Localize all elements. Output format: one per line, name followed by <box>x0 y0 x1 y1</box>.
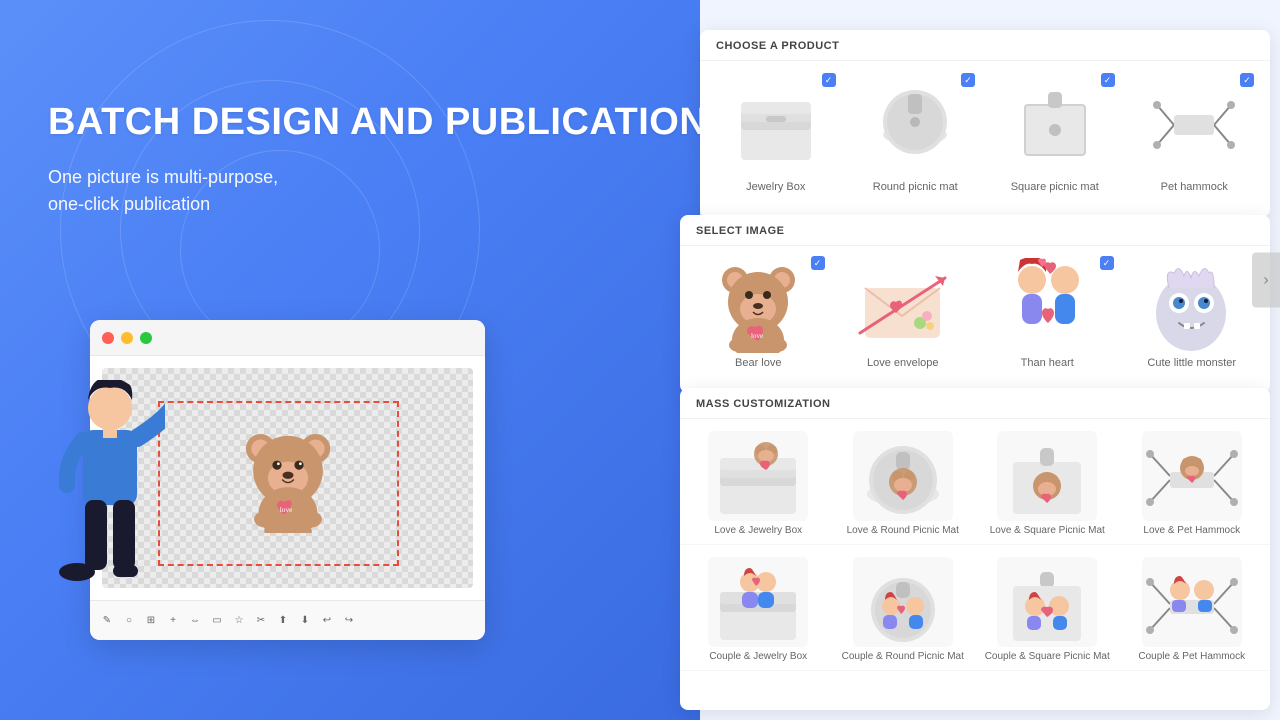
image-checkbox-bear-love[interactable]: ✓ <box>811 256 825 270</box>
image-thumb-monster <box>1144 258 1239 353</box>
product-label-round-mat: Round picnic mat <box>873 181 958 193</box>
toolbar-star-icon[interactable]: ☆ <box>230 612 248 630</box>
subtitle: One picture is multi-purpose, one-click … <box>48 164 707 218</box>
image-label-bear-love: Bear love <box>735 357 781 369</box>
person-figure <box>55 380 165 640</box>
window-dot-yellow[interactable] <box>121 332 133 344</box>
image-item-love-envelope[interactable]: Love envelope <box>833 254 974 373</box>
mass-item-couple-round: Couple & Round Picnic Mat <box>833 553 974 666</box>
panel-select-header: SELECT IMAGE <box>680 215 1270 246</box>
editor-titlebar <box>90 320 485 356</box>
toolbar-down-icon[interactable]: ⬇ <box>296 612 314 630</box>
image-thumb-bear-love: love <box>711 258 806 353</box>
mass-thumb-love-jewelry <box>708 431 808 521</box>
image-item-than-heart[interactable]: ✓ <box>977 254 1118 373</box>
product-item-square-mat[interactable]: ✓ Square picnic mat <box>987 71 1123 197</box>
mass-label-love-jewelry: Love & Jewelry Box <box>714 525 802 536</box>
mass-thumb-love-round <box>853 431 953 521</box>
product-img-pet-hammock <box>1144 75 1244 175</box>
products-row: ✓ Jewelry Box ✓ <box>700 61 1270 201</box>
svg-text:love: love <box>751 332 763 340</box>
mass-item-couple-square: Couple & Square Picnic Mat <box>977 553 1118 666</box>
panel-mass-customization: MASS CUSTOMIZATION <box>680 388 1270 710</box>
image-label-love-envelope: Love envelope <box>867 357 939 369</box>
product-img-jewelry-box <box>726 75 826 175</box>
image-item-monster[interactable]: Cute little monster <box>1122 254 1263 373</box>
image-thumb-than-heart <box>1000 258 1095 353</box>
mass-item-love-square: Love & Square Picnic Mat <box>977 427 1118 540</box>
mass-item-love-round: Love & Round Picnic Mat <box>833 427 974 540</box>
mass-label-love-square: Love & Square Picnic Mat <box>990 525 1105 536</box>
mass-thumb-couple-hammock <box>1142 557 1242 647</box>
image-label-monster: Cute little monster <box>1147 357 1236 369</box>
mass-label-couple-square: Couple & Square Picnic Mat <box>985 651 1110 662</box>
mass-thumb-couple-square <box>997 557 1097 647</box>
mass-item-love-hammock: Love & Pet Hammock <box>1122 427 1263 540</box>
mass-thumb-couple-jewelry <box>708 557 808 647</box>
toolbar-plus-icon[interactable]: + <box>164 612 182 630</box>
mass-row-1: Love & Jewelry Box <box>680 419 1270 545</box>
mass-grid: Love & Jewelry Box <box>680 419 1270 705</box>
product-item-round-mat[interactable]: ✓ Round picnic mat <box>848 71 984 197</box>
window-dot-green[interactable] <box>140 332 152 344</box>
mass-item-couple-hammock: Couple & Pet Hammock <box>1122 553 1263 666</box>
panel-select-image: SELECT IMAGE ✓ <box>680 215 1270 393</box>
toolbar-square-icon[interactable]: ▭ <box>208 612 226 630</box>
mass-label-couple-hammock: Couple & Pet Hammock <box>1138 651 1245 662</box>
main-title: BATCH DESIGN AND PUBLICATION <box>48 100 707 146</box>
mass-label-couple-round: Couple & Round Picnic Mat <box>842 651 964 662</box>
product-img-round-mat <box>865 75 965 175</box>
product-checkbox-round-mat[interactable]: ✓ <box>961 73 975 87</box>
toolbar-move-h-icon[interactable]: ⇔ <box>186 612 204 630</box>
right-panels: CHOOSE A PRODUCT ✓ Jewelry Box <box>680 0 1280 720</box>
mass-label-love-hammock: Love & Pet Hammock <box>1143 525 1240 536</box>
product-checkbox-jewelry-box[interactable]: ✓ <box>822 73 836 87</box>
product-label-jewelry-box: Jewelry Box <box>746 181 805 193</box>
image-checkbox-than-heart[interactable]: ✓ <box>1100 256 1114 270</box>
product-item-pet-hammock[interactable]: ✓ <box>1127 71 1263 197</box>
image-label-than-heart: Than heart <box>1021 357 1074 369</box>
toolbar-redo-icon[interactable]: ↪ <box>340 612 358 630</box>
mass-label-couple-jewelry: Couple & Jewelry Box <box>709 651 807 662</box>
toolbar-undo-icon[interactable]: ↩ <box>318 612 336 630</box>
product-img-square-mat <box>1005 75 1105 175</box>
product-item-jewelry-box[interactable]: ✓ Jewelry Box <box>708 71 844 197</box>
svg-text:love: love <box>279 505 292 514</box>
image-thumb-love-envelope <box>855 258 950 353</box>
product-label-square-mat: Square picnic mat <box>1011 181 1099 193</box>
image-item-bear-love[interactable]: ✓ love <box>688 254 829 373</box>
window-dot-red[interactable] <box>102 332 114 344</box>
toolbar-scissors-icon[interactable]: ✂ <box>252 612 270 630</box>
mass-item-love-jewelry: Love & Jewelry Box <box>688 427 829 540</box>
panel-mass-header: MASS CUSTOMIZATION <box>680 388 1270 419</box>
mass-label-love-round: Love & Round Picnic Mat <box>847 525 959 536</box>
mass-thumb-love-hammock <box>1142 431 1242 521</box>
mass-item-couple-jewelry: Couple & Jewelry Box <box>688 553 829 666</box>
images-row: ✓ love <box>680 246 1270 377</box>
mass-thumb-couple-round <box>853 557 953 647</box>
product-checkbox-pet-hammock[interactable]: ✓ <box>1240 73 1254 87</box>
scroll-arrow[interactable]: › <box>1252 253 1280 308</box>
panel-choose-header: CHOOSE A PRODUCT <box>700 30 1270 61</box>
bear-image: love <box>233 423 343 533</box>
toolbar-up-icon[interactable]: ⬆ <box>274 612 292 630</box>
product-checkbox-square-mat[interactable]: ✓ <box>1101 73 1115 87</box>
mass-row-2: Couple & Jewelry Box <box>680 545 1270 671</box>
product-label-pet-hammock: Pet hammock <box>1161 181 1228 193</box>
mass-thumb-love-square <box>997 431 1097 521</box>
panel-choose-product: CHOOSE A PRODUCT ✓ Jewelry Box <box>700 30 1270 217</box>
left-content: BATCH DESIGN AND PUBLICATION One picture… <box>48 100 707 218</box>
